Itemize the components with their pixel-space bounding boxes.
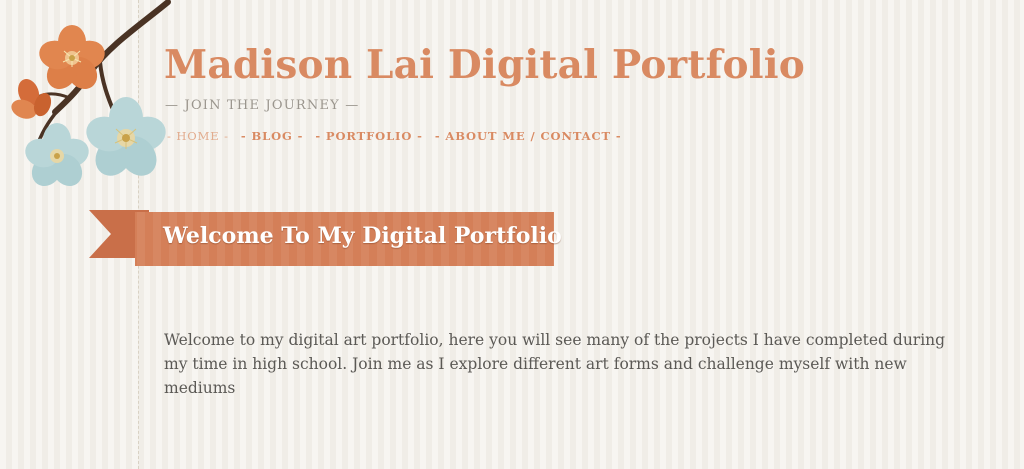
nav-item-blog[interactable]: - BLOG -	[241, 129, 303, 143]
site-title[interactable]: Madison Lai Digital Portfolio	[164, 42, 805, 88]
intro-paragraph: Welcome to my digital art portfolio, her…	[164, 331, 946, 397]
nav-item-about-contact[interactable]: - ABOUT ME / CONTACT -	[435, 129, 622, 143]
nav-item-portfolio[interactable]: - PORTFOLIO -	[315, 129, 423, 143]
site-tagline: — JOIN THE JOURNEY —	[165, 98, 360, 113]
page-heading: Welcome To My Digital Portfolio	[163, 223, 562, 249]
main-nav: - HOME - - BLOG - - PORTFOLIO - - ABOUT …	[167, 129, 622, 143]
nav-item-home[interactable]: - HOME -	[167, 129, 229, 143]
cherry-blossom-branch-icon	[11, 0, 171, 187]
